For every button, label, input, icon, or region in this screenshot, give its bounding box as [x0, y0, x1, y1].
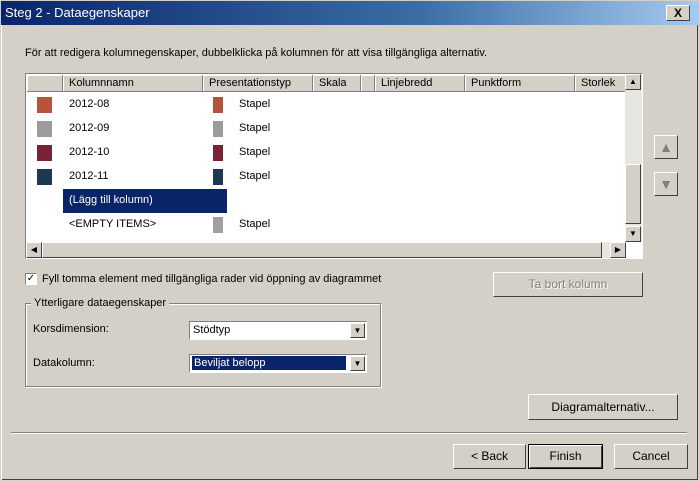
- remove-column-button[interactable]: Ta bort kolumn: [493, 272, 643, 297]
- chevron-down-icon[interactable]: ▼: [350, 323, 365, 338]
- header-linjebredd[interactable]: Linjebredd: [375, 75, 465, 92]
- table-row[interactable]: 2012-08 Stapel: [27, 93, 625, 117]
- row-type: Stapel: [239, 170, 271, 182]
- add-column-label: (Lägg till kolumn): [69, 194, 153, 206]
- row-type: Stapel: [239, 146, 271, 158]
- row-type: Stapel: [239, 98, 271, 110]
- horizontal-scroll-thumb[interactable]: [42, 242, 602, 258]
- type-swatch: [213, 121, 223, 137]
- header-punktform[interactable]: Punktform: [465, 75, 575, 92]
- column-grid[interactable]: Kolumnnamn Presentationstyp Skala Linjeb…: [25, 73, 643, 259]
- cancel-button[interactable]: Cancel: [614, 444, 688, 469]
- separator: [11, 432, 687, 434]
- table-row[interactable]: 2012-10 Stapel: [27, 141, 625, 165]
- close-button[interactable]: X: [666, 5, 690, 21]
- color-swatch[interactable]: [37, 121, 52, 137]
- data-column-select[interactable]: Beviljat belopp ▼: [189, 354, 367, 373]
- type-swatch: [213, 169, 223, 185]
- move-down-button[interactable]: ▼: [654, 172, 678, 196]
- table-row[interactable]: 2012-11 Stapel: [27, 165, 625, 189]
- additional-properties-group: [25, 303, 381, 387]
- row-name: 2012-09: [69, 122, 110, 134]
- horizontal-scrollbar[interactable]: ◀ ▶: [26, 242, 626, 258]
- color-swatch[interactable]: [37, 97, 52, 113]
- data-column-value: Beviljat belopp: [191, 355, 347, 371]
- header-skala[interactable]: Skala: [313, 75, 361, 92]
- header-swatch: [27, 75, 63, 92]
- row-name: 2012-11: [69, 170, 109, 182]
- header-kolumnnamn[interactable]: Kolumnnamn: [63, 75, 203, 92]
- row-name: <EMPTY ITEMS>: [69, 218, 157, 230]
- window-title: Steg 2 - Dataegenskaper: [5, 5, 150, 20]
- cross-dimension-value: Stödtyp: [193, 324, 231, 336]
- back-button[interactable]: < Back: [453, 444, 526, 469]
- header-storlek[interactable]: Storlek: [575, 75, 625, 92]
- scroll-up-icon[interactable]: ▲: [625, 74, 641, 90]
- chart-options-button[interactable]: Diagramalternativ...: [528, 394, 678, 420]
- row-type: Stapel: [239, 122, 271, 134]
- vertical-scroll-thumb[interactable]: [625, 164, 641, 224]
- vertical-scrollbar[interactable]: ▲ ▼: [625, 74, 642, 242]
- color-swatch[interactable]: [37, 169, 52, 185]
- table-row[interactable]: 2012-09 Stapel: [27, 117, 625, 141]
- cross-dimension-label: Korsdimension:: [33, 323, 109, 335]
- instruction-text: För att redigera kolumnegenskaper, dubbe…: [25, 47, 488, 59]
- row-name: 2012-08: [69, 98, 110, 110]
- group-title: Ytterligare dataegenskaper: [31, 297, 170, 309]
- chevron-down-icon[interactable]: ▼: [350, 356, 365, 371]
- color-swatch[interactable]: [37, 145, 52, 161]
- dialog-window: Steg 2 - Dataegenskaper X För att redige…: [0, 0, 699, 481]
- grid-header: Kolumnnamn Presentationstyp Skala Linjeb…: [27, 75, 625, 92]
- scroll-down-icon[interactable]: ▼: [625, 226, 641, 242]
- header-gap: [361, 75, 375, 92]
- cross-dimension-select[interactable]: Stödtyp ▼: [189, 321, 367, 340]
- scroll-left-icon[interactable]: ◀: [26, 242, 42, 258]
- add-column-row[interactable]: (Lägg till kolumn): [27, 189, 625, 213]
- add-column-cell[interactable]: (Lägg till kolumn): [63, 189, 227, 213]
- row-name: 2012-10: [69, 146, 110, 158]
- fill-empty-label: Fyll tomma element med tillgängliga rade…: [42, 273, 382, 285]
- type-swatch: [213, 145, 223, 161]
- header-presentationstyp[interactable]: Presentationstyp: [203, 75, 313, 92]
- fill-empty-checkbox[interactable]: ✓: [25, 273, 37, 285]
- row-type: Stapel: [239, 218, 271, 230]
- table-row[interactable]: <EMPTY ITEMS> Stapel: [27, 213, 625, 237]
- data-column-label: Datakolumn:: [33, 357, 95, 369]
- type-swatch: [213, 217, 223, 233]
- scroll-right-icon[interactable]: ▶: [610, 242, 626, 258]
- move-up-button[interactable]: ▲: [654, 135, 678, 159]
- type-swatch: [213, 97, 223, 113]
- finish-button[interactable]: Finish: [528, 444, 603, 469]
- title-bar: Steg 2 - Dataegenskaper X: [1, 1, 699, 25]
